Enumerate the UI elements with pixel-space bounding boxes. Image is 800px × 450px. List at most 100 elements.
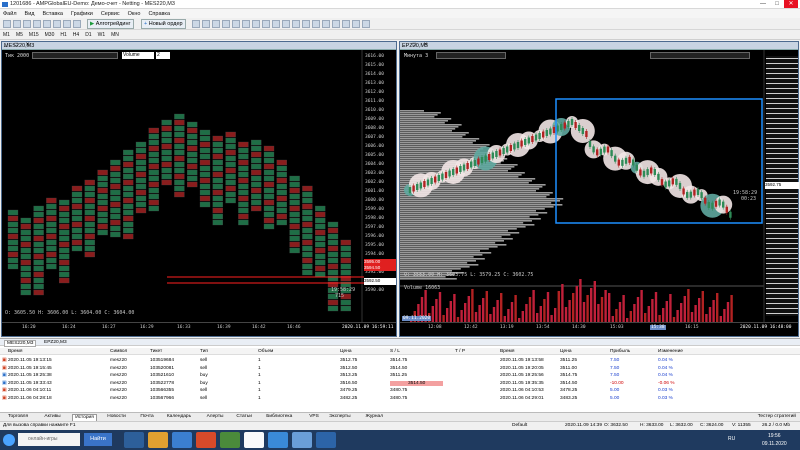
metaeditor-icon[interactable] <box>73 20 81 28</box>
app-icon-blue[interactable] <box>268 432 288 448</box>
text-icon[interactable] <box>362 20 370 28</box>
menu-file[interactable]: Файл <box>3 11 17 17</box>
candles-icon[interactable] <box>202 20 210 28</box>
table-row[interactable]: ▣ 2020.11.05 19:25:38 mesz20 103521610 buy 1 3… <box>0 372 800 379</box>
explorer-icon[interactable] <box>148 432 168 448</box>
data-window-icon[interactable] <box>33 20 41 28</box>
terminal-tab[interactable]: Новости <box>105 414 128 421</box>
terminal-tab[interactable]: Библиотека <box>264 414 294 421</box>
start-icon[interactable] <box>3 434 15 446</box>
media-icon[interactable] <box>172 432 192 448</box>
fibo-icon[interactable] <box>352 20 360 28</box>
column-header[interactable]: Объем <box>258 349 273 354</box>
menu-help[interactable]: Справка <box>148 11 170 17</box>
column-header[interactable]: Время <box>8 349 22 354</box>
tf-m30[interactable]: M30 <box>45 32 55 38</box>
column-header[interactable]: T / P <box>455 349 465 354</box>
tf-h4[interactable]: H4 <box>73 32 79 38</box>
tile-icon[interactable] <box>242 20 250 28</box>
minimize-button[interactable]: — <box>756 0 770 8</box>
table-row[interactable]: ▣ 2020.11.06 04:28:18 mesz20 103567966 sell 1… <box>0 395 800 402</box>
close-button[interactable]: ✕ <box>784 0 798 8</box>
tf-m5[interactable]: M5 <box>16 32 23 38</box>
chart-window-ep[interactable]: EPZ20,M3 _ □ ✕ Минута 3 3592.75 19:58:29… <box>399 41 799 337</box>
column-header[interactable]: Тип <box>200 349 208 354</box>
autoscroll-icon[interactable] <box>252 20 260 28</box>
bar-chart-icon[interactable] <box>192 20 200 28</box>
search-input[interactable]: онлайн-игры <box>18 433 80 446</box>
search-button[interactable]: Найти <box>84 433 112 446</box>
chart-shift-icon[interactable] <box>262 20 270 28</box>
chart-tab-ep[interactable]: EPZ20,M3 <box>44 340 67 345</box>
column-header[interactable]: Прибыль <box>610 349 630 354</box>
language-indicator[interactable]: RU <box>728 436 735 442</box>
table-row[interactable]: ▣ 2020.11.05 19:33:43 mesz20 103522778 buy 1 3… <box>0 380 800 387</box>
ie-icon[interactable] <box>124 432 144 448</box>
terminal-tab[interactable]: Активы <box>42 414 62 421</box>
tf-w1[interactable]: W1 <box>98 32 106 38</box>
algo-trading-button[interactable]: ▶ Алготрейдинг <box>87 19 134 29</box>
templates-icon[interactable] <box>302 20 310 28</box>
column-header[interactable]: Цена <box>560 349 572 354</box>
menu-view[interactable]: Вид <box>25 11 35 17</box>
app-icon-green[interactable] <box>220 432 240 448</box>
chart-window-mes[interactable]: MES220,M3 _ □ ✕ Тик 2000 Volume 2 3616.0… <box>1 41 397 337</box>
objects-icon[interactable] <box>282 20 290 28</box>
terminal-tab[interactable]: Журнал <box>364 414 386 421</box>
crosshair-icon[interactable] <box>312 20 320 28</box>
tf-mn[interactable]: MN <box>111 32 119 38</box>
clock-date[interactable]: 09.11.2020 <box>762 441 787 447</box>
tf-m15[interactable]: M15 <box>29 32 39 38</box>
terminal-tab[interactable]: История <box>72 414 97 421</box>
window-buttons[interactable]: _ □ ✕ <box>402 42 796 48</box>
terminal-tab[interactable]: Почта <box>138 414 155 421</box>
app-icon-red[interactable] <box>196 432 216 448</box>
hline-icon[interactable] <box>322 20 330 28</box>
zoom-in-icon[interactable] <box>222 20 230 28</box>
app-icon-word[interactable] <box>316 432 336 448</box>
terminal-tab[interactable]: Статьи <box>234 414 254 421</box>
channel-icon[interactable] <box>342 20 350 28</box>
navigator-icon[interactable] <box>43 20 51 28</box>
indicators-icon[interactable] <box>272 20 280 28</box>
market-watch-icon[interactable] <box>23 20 31 28</box>
window-buttons[interactable]: _ □ ✕ <box>4 42 394 48</box>
table-row[interactable]: ▣ 2020.11.05 19:15:45 mesz20 103520081 sell 1… <box>0 365 800 372</box>
tf-h1[interactable]: H1 <box>60 32 66 38</box>
column-header[interactable]: Время <box>500 349 514 354</box>
terminal-tab[interactable]: Торговля <box>6 414 30 421</box>
terminal-tab[interactable]: Эксперты <box>327 414 352 421</box>
trendline-icon[interactable] <box>332 20 340 28</box>
chart-window-title-bar[interactable]: EPZ20,M3 _ □ ✕ <box>400 42 798 50</box>
periods-icon[interactable] <box>292 20 300 28</box>
menu-window[interactable]: Окно <box>128 11 141 17</box>
menu-tools[interactable]: Сервис <box>101 11 120 17</box>
maximize-button[interactable]: □ <box>770 0 784 8</box>
new-order-button[interactable]: + Новый ордер <box>141 19 186 29</box>
column-header[interactable]: Тикет <box>150 349 162 354</box>
column-header[interactable]: Символ <box>110 349 127 354</box>
column-header[interactable]: Цена <box>340 349 352 354</box>
strategy-tester-tab[interactable]: Тестер стратегий <box>758 414 796 419</box>
chart-tab-mes[interactable]: MES220,M3 <box>4 340 37 347</box>
table-row[interactable]: ▣ 2020.11.06 04:10:11 mesz20 103566355 sell 1… <box>0 387 800 394</box>
column-header[interactable]: S / L <box>390 349 400 354</box>
metatrader-icon[interactable] <box>292 432 312 448</box>
menu-insert[interactable]: Вставка <box>42 11 62 17</box>
chart-window-title-bar[interactable]: MES220,M3 _ □ ✕ <box>2 42 396 50</box>
tf-m1[interactable]: M1 <box>3 32 10 38</box>
line-chart-icon[interactable] <box>212 20 220 28</box>
terminal-tab[interactable]: Алерты <box>205 414 226 421</box>
tester-icon[interactable] <box>63 20 71 28</box>
table-row[interactable]: ▣ 2020.11.05 19:13:15 mesz20 103519684 sell 1… <box>0 357 800 364</box>
terminal-tab[interactable]: VPS <box>307 414 321 421</box>
clock-time[interactable]: 19:56 <box>768 433 781 439</box>
column-header[interactable]: Изменение <box>658 349 683 354</box>
tf-d1[interactable]: D1 <box>85 32 91 38</box>
menu-charts[interactable]: Графики <box>71 11 93 17</box>
terminal-tab[interactable]: Календарь <box>165 414 193 421</box>
terminal-icon[interactable] <box>53 20 61 28</box>
chrome-icon[interactable] <box>244 432 264 448</box>
zoom-out-icon[interactable] <box>232 20 240 28</box>
new-chart-icon[interactable] <box>3 20 11 28</box>
